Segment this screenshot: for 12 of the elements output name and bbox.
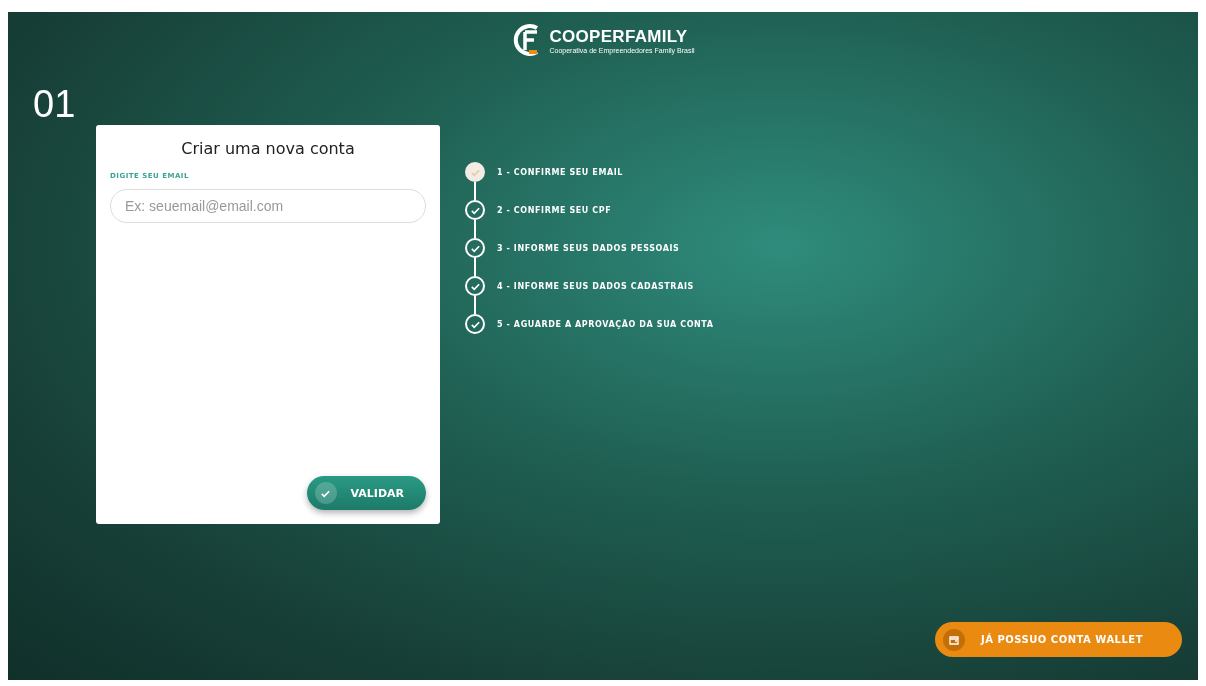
brand-name: COOPERFAMILY bbox=[549, 26, 689, 47]
card-title: Criar uma nova conta bbox=[181, 139, 355, 158]
wallet-icon bbox=[948, 633, 960, 646]
validate-button[interactable]: VALIDAR bbox=[306, 476, 426, 510]
step-label: 3 - INFORME SEUS DADOS PESSOAIS bbox=[497, 243, 680, 253]
step-label: 1 - CONFIRME SEU EMAIL bbox=[497, 167, 624, 177]
step-label: 2 - CONFIRME SEU CPF bbox=[497, 205, 612, 215]
wallet-login-button[interactable]: JÁ POSSUO CONTA WALLET bbox=[935, 622, 1182, 657]
step-label: 5 - AGUARDE A APROVAÇÃO DA SUA CONTA bbox=[497, 319, 714, 329]
page-number: 01 bbox=[33, 84, 76, 124]
step-label: 4 - INFORME SEUS DADOS CADASTRAIS bbox=[497, 281, 694, 291]
email-input[interactable]: Ex: seuemail@email.com bbox=[110, 189, 426, 223]
